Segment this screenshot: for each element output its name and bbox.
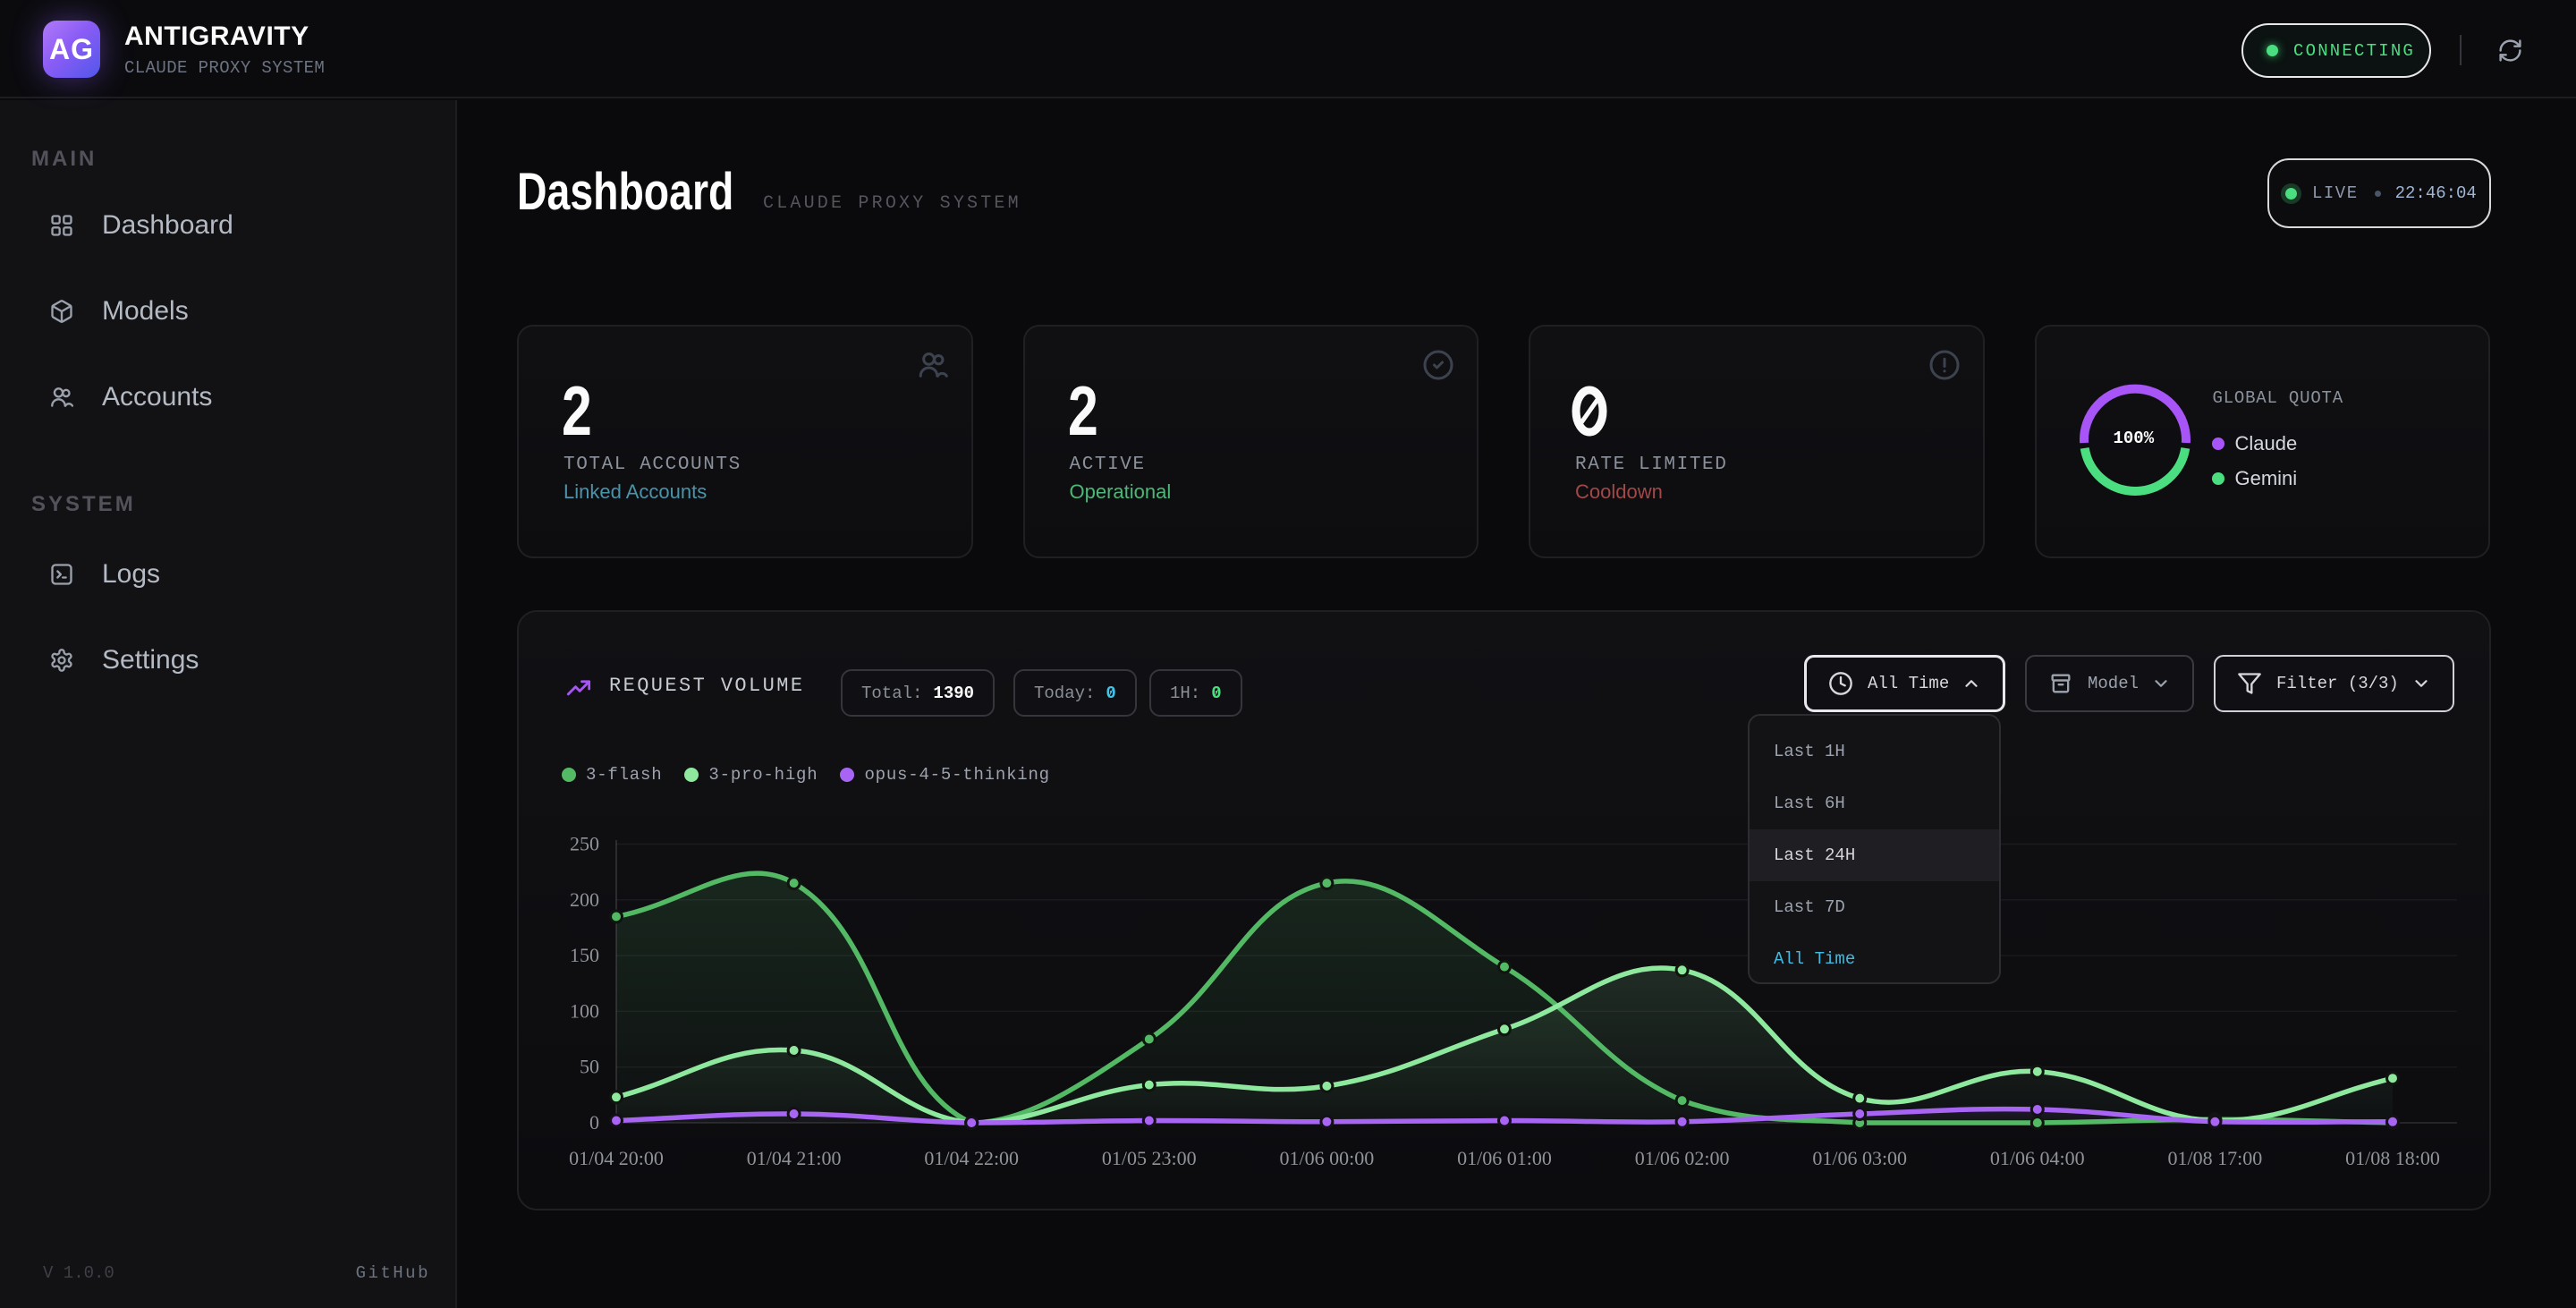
svg-text:01/04 20:00: 01/04 20:00 — [569, 1147, 664, 1169]
svg-text:01/06 00:00: 01/06 00:00 — [1280, 1147, 1375, 1169]
svg-text:01/05 23:00: 01/05 23:00 — [1102, 1147, 1197, 1169]
svg-text:200: 200 — [570, 888, 599, 911]
svg-text:100: 100 — [570, 999, 599, 1022]
svg-text:01/06 02:00: 01/06 02:00 — [1635, 1147, 1730, 1169]
svg-text:0: 0 — [589, 1111, 599, 1134]
svg-text:01/08 17:00: 01/08 17:00 — [2168, 1147, 2263, 1169]
svg-text:150: 150 — [570, 944, 599, 966]
svg-text:01/04 22:00: 01/04 22:00 — [924, 1147, 1019, 1169]
svg-text:01/08 18:00: 01/08 18:00 — [2345, 1147, 2440, 1169]
svg-text:01/06 01:00: 01/06 01:00 — [1457, 1147, 1552, 1169]
svg-text:250: 250 — [570, 833, 599, 855]
svg-text:01/06 03:00: 01/06 03:00 — [1812, 1147, 1907, 1169]
svg-text:01/04 21:00: 01/04 21:00 — [747, 1147, 842, 1169]
svg-text:01/06 04:00: 01/06 04:00 — [1990, 1147, 2085, 1169]
svg-text:50: 50 — [580, 1056, 599, 1078]
